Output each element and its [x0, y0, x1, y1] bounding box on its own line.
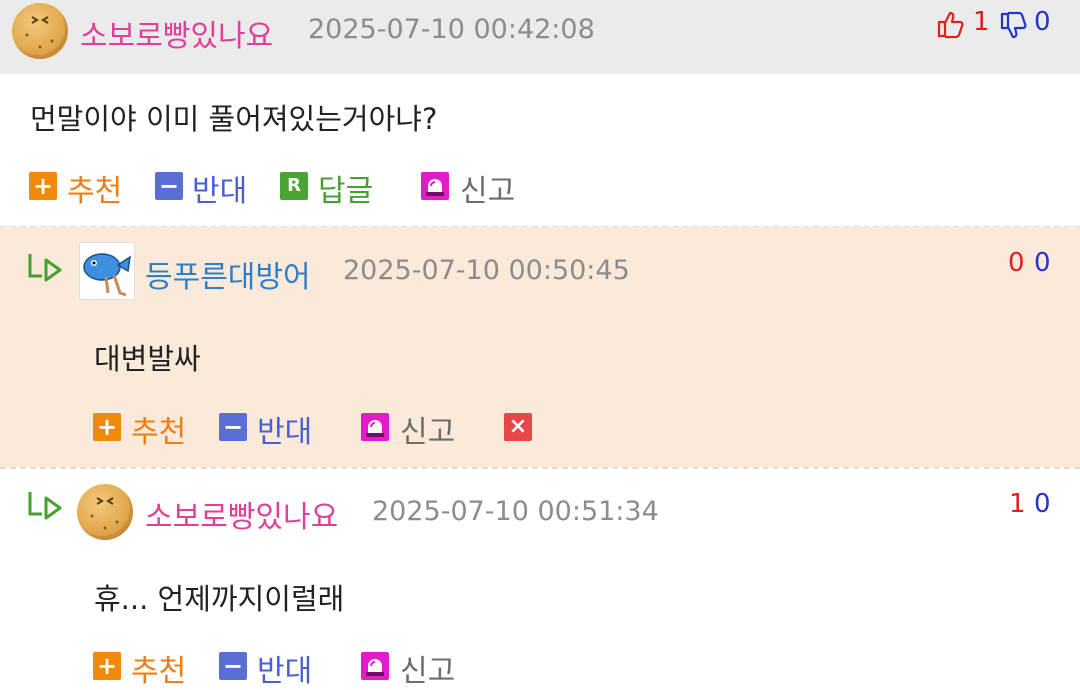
divider: [0, 467, 1080, 469]
dislike-count: 0: [1034, 248, 1051, 278]
siren-icon[interactable]: [361, 652, 389, 680]
avatar[interactable]: [79, 242, 135, 300]
minus-icon[interactable]: −: [219, 413, 247, 441]
avatar[interactable]: [12, 3, 68, 59]
reply-button[interactable]: 답글: [318, 166, 373, 210]
nickname[interactable]: 소보로빵있나요: [145, 492, 338, 536]
report-button[interactable]: 신고: [400, 646, 455, 690]
report-button[interactable]: 신고: [400, 407, 455, 451]
reply-arrow-icon: [28, 254, 62, 282]
dislike-count: 0: [1034, 7, 1051, 37]
delete-icon[interactable]: ×: [504, 413, 532, 441]
oppose-button[interactable]: 반대: [257, 646, 312, 690]
recommend-button[interactable]: 추천: [67, 166, 122, 210]
report-button[interactable]: 신고: [460, 166, 515, 210]
like-count: 1: [1009, 489, 1026, 519]
fish-avatar-icon: [83, 253, 131, 297]
reply-arrow-icon: [28, 492, 62, 520]
potato-face-icon: [90, 497, 119, 530]
siren-icon[interactable]: [421, 172, 449, 200]
timestamp: 2025-07-10 00:42:08: [308, 14, 595, 45]
nickname[interactable]: 소보로빵있나요: [80, 11, 273, 55]
avatar[interactable]: [77, 484, 133, 540]
siren-icon[interactable]: [361, 413, 389, 441]
plus-icon[interactable]: +: [93, 413, 121, 441]
oppose-button[interactable]: 반대: [192, 166, 247, 210]
comment-body: 휴... 언제까지이럴래: [94, 582, 345, 616]
thumbs-down-icon[interactable]: [999, 11, 1029, 41]
recommend-button[interactable]: 추천: [131, 407, 186, 451]
minus-icon[interactable]: −: [155, 172, 183, 200]
dislike-count: 0: [1034, 489, 1051, 519]
timestamp: 2025-07-10 00:50:45: [343, 255, 630, 286]
timestamp: 2025-07-10 00:51:34: [372, 496, 659, 527]
comment-body: 대변발싸: [94, 342, 201, 376]
thumbs-up-icon[interactable]: [936, 9, 966, 39]
comment-body: 먼말이야 이미 풀어져있는거아냐?: [30, 102, 438, 136]
plus-icon[interactable]: +: [93, 652, 121, 680]
plus-icon[interactable]: +: [29, 172, 57, 200]
like-count: 1: [973, 7, 990, 37]
recommend-button[interactable]: 추천: [131, 646, 186, 690]
reply-icon[interactable]: R: [280, 172, 308, 200]
minus-icon[interactable]: −: [219, 652, 247, 680]
potato-face-icon: [25, 16, 54, 49]
like-count: 0: [1008, 248, 1025, 278]
nickname[interactable]: 등푸른대방어: [145, 252, 311, 296]
oppose-button[interactable]: 반대: [257, 407, 312, 451]
